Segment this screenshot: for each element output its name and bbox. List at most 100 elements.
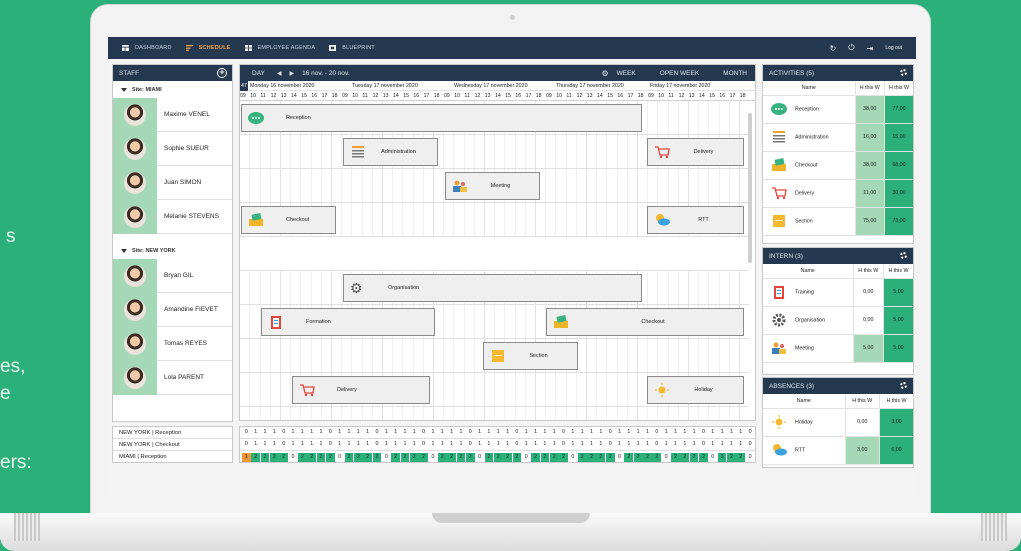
coverage-label: NEW YORK | Checkout xyxy=(113,439,232,451)
event-block[interactable]: Delivery xyxy=(292,376,430,404)
gear-icon[interactable] xyxy=(900,382,907,389)
coverage-cell: 1 xyxy=(440,429,444,435)
staff-row[interactable]: Lola PARENT xyxy=(113,360,232,395)
avatar xyxy=(124,298,146,321)
staff-name: Tomas REYES xyxy=(164,340,207,347)
staff-name: Sophie SUEUR xyxy=(164,145,209,152)
coverage-cell: 0 xyxy=(375,429,379,435)
event-block[interactable]: RTT xyxy=(647,206,744,234)
coverage-cell: 1 xyxy=(263,441,267,447)
hour-label: 13 xyxy=(688,93,695,99)
coverage-cell: 1 xyxy=(319,429,323,435)
day-view-button[interactable]: DAY xyxy=(252,70,265,77)
coverage-cell: 1 xyxy=(599,429,603,435)
event-block[interactable]: Formation xyxy=(261,308,435,336)
event-block[interactable]: Section xyxy=(483,342,578,370)
gear-icon[interactable] xyxy=(900,69,907,76)
hour-label: 10 xyxy=(454,93,460,99)
table-row[interactable]: Section 75,00 73,00 xyxy=(763,207,913,236)
table-row[interactable]: Reception 38,00 77,00 xyxy=(763,95,913,124)
site-header[interactable]: Site: MIAMI xyxy=(113,81,232,98)
staff-row[interactable]: Juan SIMON xyxy=(113,165,232,200)
event-block[interactable]: Checkout xyxy=(546,308,744,336)
next-icon[interactable]: ▶ xyxy=(290,70,295,77)
add-staff-icon[interactable]: + xyxy=(217,68,227,78)
staff-row[interactable]: Tomas REYES xyxy=(113,326,232,361)
table-row[interactable]: Delivery 11,00 30,00 xyxy=(763,179,913,208)
cart-icon xyxy=(300,384,315,397)
nav-dashboard[interactable]: DASHBOARD xyxy=(122,45,172,51)
open-week-button[interactable]: OPEN WEEK xyxy=(660,70,699,77)
schedule-grid[interactable]: Reception Administration Delivery Meetin… xyxy=(240,101,749,420)
staff-row[interactable]: Melanie STEVENS xyxy=(113,199,232,234)
staff-name: Juan SIMON xyxy=(164,179,202,186)
coverage-cell: 1 xyxy=(524,429,528,435)
event-block[interactable]: Checkout xyxy=(241,206,336,234)
hours-value: 75,00 xyxy=(854,207,885,236)
coverage-cell: 2 xyxy=(251,452,261,462)
month-button[interactable]: MONTH xyxy=(723,70,747,77)
coverage-cell: 2 xyxy=(484,452,494,462)
coverage-cell: 0 xyxy=(244,441,248,447)
hour-label: 17 xyxy=(627,93,634,99)
table-row[interactable]: Meeting 5,00 5,00 xyxy=(763,334,913,363)
event-label: Holiday xyxy=(694,387,713,393)
nav-employee-agenda[interactable]: EMPLOYEE AGENDA xyxy=(244,45,316,51)
hours-value: 68,00 xyxy=(883,151,913,180)
coverage-cell: 1 xyxy=(646,441,649,447)
hours-value: 0,00 xyxy=(844,408,880,437)
logout-icon[interactable]: ⇥ xyxy=(867,44,874,53)
staff-name: Lola PARENT xyxy=(164,374,204,381)
event-label: Section xyxy=(529,353,548,359)
refresh-icon[interactable]: ↻ xyxy=(830,44,837,53)
staff-row[interactable]: Sophie SUEUR xyxy=(113,131,232,166)
coverage-cell: 2 xyxy=(307,452,317,462)
hour-label: 17 xyxy=(423,93,430,99)
day-label: Friday 17 november 2020 xyxy=(650,83,711,89)
nav-schedule[interactable]: SCHEDULE xyxy=(185,45,231,51)
coverage-cell: 0 xyxy=(618,453,621,460)
event-block[interactable]: Delivery xyxy=(647,138,744,166)
coverage-cell: 2 xyxy=(680,452,690,462)
hour-label: 12 xyxy=(270,93,277,99)
prev-icon[interactable]: ◀ xyxy=(277,70,282,77)
event-block[interactable]: Administration xyxy=(343,138,438,166)
staff-row[interactable]: Amandine FIEVET xyxy=(113,292,232,327)
hour-label: 18 xyxy=(433,93,440,99)
coverage-cell: 1 xyxy=(729,441,733,447)
coverage-cell: 1 xyxy=(711,429,715,435)
hour-label: 15 xyxy=(709,93,715,99)
coverage-cell: 1 xyxy=(440,441,444,447)
coverage-cell: 2 xyxy=(671,452,680,462)
table-row[interactable]: Training 0,00 5,00 xyxy=(763,278,913,307)
event-block[interactable]: ⚙ Organisation xyxy=(343,274,642,302)
coverage-cell: 1 xyxy=(412,429,416,435)
table-row[interactable]: Organisation 0,00 5,00 xyxy=(763,306,913,335)
coverage-cell: 2 xyxy=(531,452,540,462)
staff-name: Bryan GIL xyxy=(164,272,194,279)
table-row[interactable]: Administration 16,00 15,00 xyxy=(763,123,913,152)
event-block[interactable]: Meeting xyxy=(445,172,540,200)
gear-icon[interactable] xyxy=(900,252,907,259)
logout-button[interactable]: Log out xyxy=(885,45,902,51)
avatar xyxy=(124,205,146,228)
table-row[interactable]: Holiday 0,00 3,00 xyxy=(763,408,913,437)
staff-row[interactable]: Bryan GIL xyxy=(113,258,232,293)
nav-blueprint[interactable]: BLUEPRINT xyxy=(329,45,375,51)
hour-label: 13 xyxy=(280,93,287,99)
table-row[interactable]: Checkout 38,00 68,00 xyxy=(763,151,913,180)
coverage-cell: 0 xyxy=(608,429,612,435)
week-button[interactable]: WEEK xyxy=(617,70,636,77)
site-header[interactable]: Site: NEW YORK xyxy=(113,242,232,259)
event-block[interactable]: Holiday xyxy=(647,376,744,404)
coverage-cell: 1 xyxy=(646,429,649,435)
settings-icon[interactable]: ⚙ xyxy=(601,69,608,78)
event-block[interactable]: Reception xyxy=(241,104,642,132)
coverage-cell: 0 xyxy=(608,441,612,447)
table-row[interactable]: RTT 3,00 6,00 xyxy=(763,436,913,465)
staff-row[interactable]: Maxime VENEL xyxy=(113,97,232,132)
vertical-scrollbar[interactable] xyxy=(748,113,752,263)
hours-value: 5,00 xyxy=(882,278,913,307)
power-icon[interactable]: ⏻ xyxy=(848,43,854,53)
absences-panel: ABSENCES (3) Name H this WH this W Holida… xyxy=(762,377,914,468)
